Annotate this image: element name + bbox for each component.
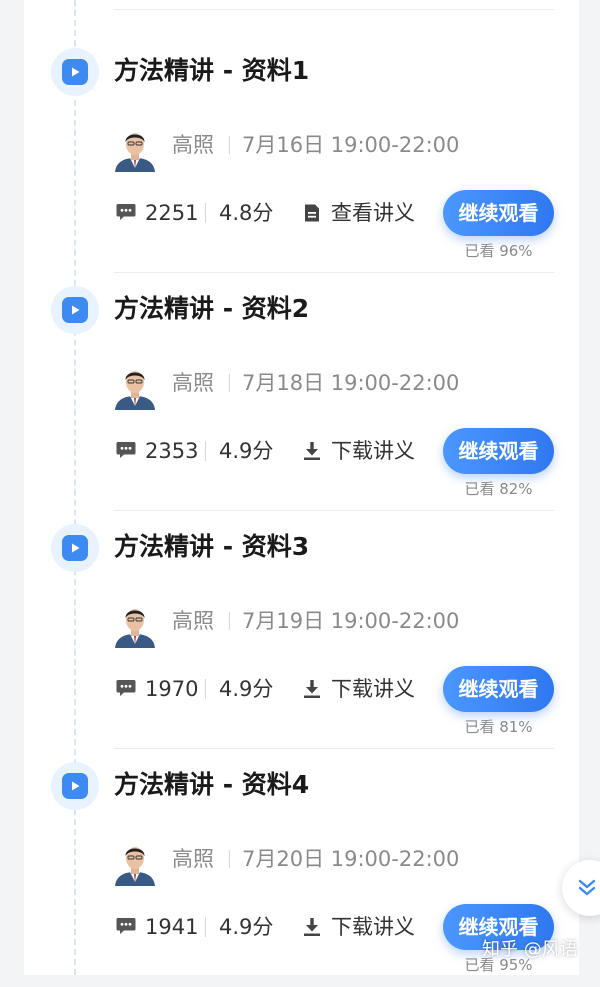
watch-progress: 已看 82%	[464, 480, 533, 498]
lesson-time: 7月16日 19:00-22:00	[242, 133, 460, 157]
double-chevron-down-icon	[578, 879, 596, 896]
download-notes-link[interactable]: 下载讲义	[331, 671, 415, 707]
teacher-name: 高照	[172, 847, 214, 871]
comment-icon	[116, 441, 136, 459]
download-icon[interactable]	[302, 679, 322, 699]
lesson-rating: 4.9分	[219, 677, 274, 701]
download-notes-link[interactable]: 下载讲义	[331, 433, 415, 469]
download-icon[interactable]	[302, 441, 322, 461]
play-node-icon[interactable]	[51, 524, 99, 572]
lesson-title[interactable]: 方法精讲 - 资料1	[114, 47, 309, 95]
lesson-title[interactable]: 方法精讲 - 资料3	[114, 523, 309, 571]
download-notes-link[interactable]: 下载讲义	[331, 909, 415, 945]
watch-progress: 已看 96%	[464, 242, 533, 260]
play-node-icon[interactable]	[51, 762, 99, 810]
lesson-rating: 4.9分	[219, 915, 274, 939]
separator	[205, 679, 206, 699]
lesson-title[interactable]: 方法精讲 - 资料2	[114, 285, 309, 333]
teacher-avatar	[115, 128, 155, 172]
continue-watching-button[interactable]: 继续观看	[443, 428, 554, 474]
comment-count: 2251	[145, 201, 199, 225]
document-icon[interactable]	[302, 203, 322, 223]
separator	[229, 374, 230, 392]
separator	[229, 850, 230, 868]
view-notes-link[interactable]: 查看讲义	[331, 195, 415, 231]
teacher-name: 高照	[172, 133, 214, 157]
lesson-rating: 4.9分	[219, 439, 274, 463]
separator	[229, 136, 230, 154]
separator	[205, 203, 206, 223]
lesson-rating: 4.8分	[219, 201, 274, 225]
separator	[205, 917, 206, 937]
teacher-avatar	[115, 366, 155, 410]
comment-icon	[116, 679, 136, 697]
play-node-icon[interactable]	[51, 286, 99, 334]
comment-icon	[116, 203, 136, 221]
teacher-name: 高照	[172, 371, 214, 395]
teacher-avatar	[115, 604, 155, 648]
comment-count: 2353	[145, 439, 199, 463]
lesson-title[interactable]: 方法精讲 - 资料4	[114, 761, 309, 809]
download-icon[interactable]	[302, 917, 322, 937]
lesson-item[interactable]: 方法精讲 - 资料1 高照 7月16日 19:00-22:00 2251 4.8…	[0, 35, 600, 273]
comment-count: 1941	[145, 915, 199, 939]
continue-watching-button[interactable]: 继续观看	[443, 666, 554, 712]
comment-count: 1970	[145, 677, 199, 701]
lesson-time: 7月19日 19:00-22:00	[242, 609, 460, 633]
comment-icon	[116, 917, 136, 935]
watermark: 知乎 @风语	[482, 939, 578, 960]
lesson-item[interactable]: 方法精讲 - 资料3 高照 7月19日 19:00-22:00 1970 4.9…	[0, 511, 600, 749]
watch-progress: 已看 81%	[464, 718, 533, 736]
lesson-time: 7月20日 19:00-22:00	[242, 847, 460, 871]
lesson-time: 7月18日 19:00-22:00	[242, 371, 460, 395]
continue-watching-button[interactable]: 继续观看	[443, 190, 554, 236]
teacher-name: 高照	[172, 609, 214, 633]
play-node-icon[interactable]	[51, 48, 99, 96]
teacher-avatar	[115, 842, 155, 886]
separator	[205, 441, 206, 461]
divider	[114, 9, 554, 10]
separator	[229, 612, 230, 630]
lesson-item[interactable]: 方法精讲 - 资料2 高照 7月18日 19:00-22:00 2353 4.9…	[0, 273, 600, 511]
